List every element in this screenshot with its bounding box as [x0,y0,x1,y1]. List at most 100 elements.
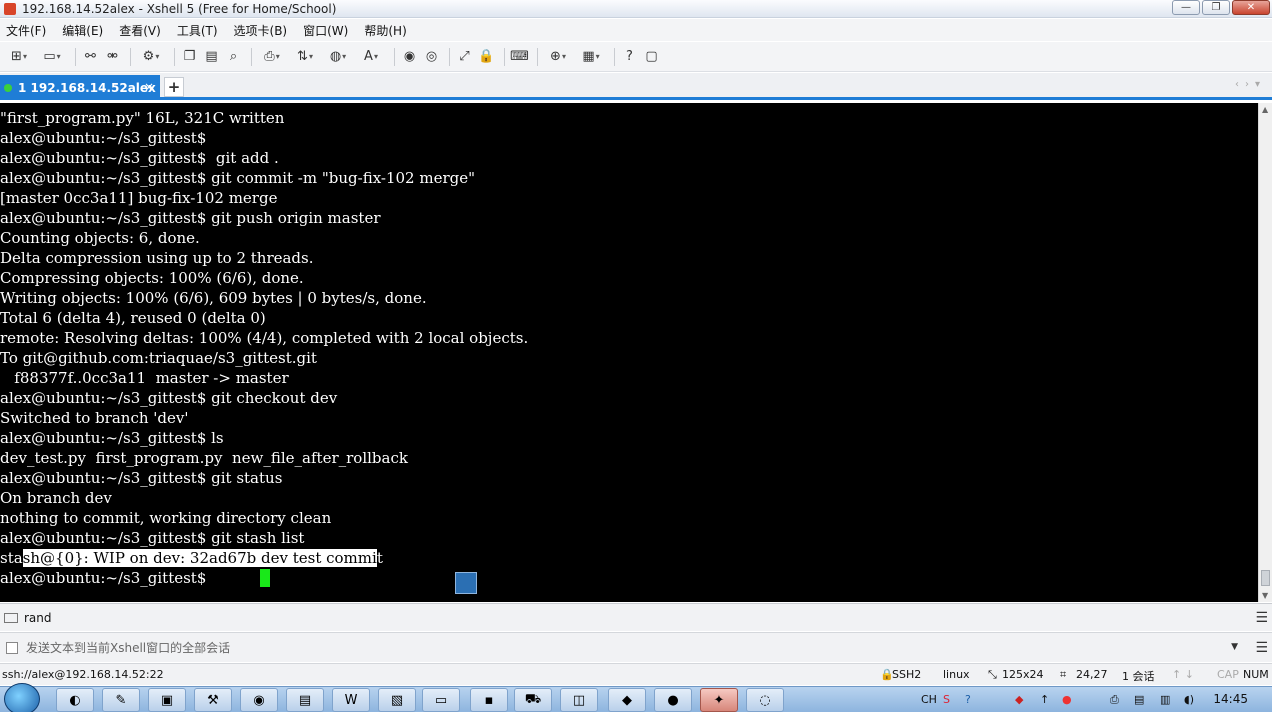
properties-icon[interactable]: ⚙ ▾ [136,47,166,66]
taskbar-app-1-icon[interactable]: ◐ [56,688,94,712]
help-icon[interactable]: ? [620,47,639,66]
menu-help[interactable]: 帮助(H) [364,22,406,39]
scroll-up-icon[interactable]: ▲ [1262,105,1268,114]
font-icon[interactable]: A ▾ [356,47,386,66]
status-num: NUM [1243,668,1269,681]
scroll-down-icon[interactable]: ▼ [1262,591,1268,600]
taskbar-tools-icon[interactable]: ⚒ [194,688,232,712]
terminal-line: [master 0cc3a11] bug-fix-102 merge [0,189,278,207]
taskbar-app-2-icon[interactable]: ✎ [102,688,140,712]
title-bar: 192.168.14.52alex - Xshell 5 (Free for H… [0,0,1272,18]
xmanager-icon[interactable]: ◎ [422,47,441,66]
terminal-line: Counting objects: 6, done. [0,229,200,247]
print-icon[interactable]: ⎙ ▾ [257,47,287,66]
xftp-icon[interactable]: ◉ [400,47,419,66]
lock-icon[interactable]: 🔒 [477,47,496,66]
xshell-app-icon [4,2,16,15]
disconnect-icon[interactable]: ⚮ [103,47,122,66]
terminal-output[interactable]: "first_program.py" 16L, 321C written ale… [0,103,1258,602]
globe-icon[interactable]: ◍ ▾ [323,47,353,66]
taskbar-word-icon[interactable]: W [332,688,370,712]
compose-menu-icon[interactable]: ☰ [1255,640,1268,656]
minimize-button[interactable]: — [1172,0,1200,15]
status-bar: ssh://alex@192.168.14.52:22 🔒 SSH2 linux… [0,663,1272,685]
tab-label: 1 192.168.14.52alex [18,80,156,95]
open-folder-icon[interactable]: ▭ ▾ [37,47,67,66]
new-tab-icon[interactable]: ⊕ ▾ [543,47,573,66]
reconnect-icon[interactable]: ⚯ [81,47,100,66]
toolbar: ⊞ ▾ ▭ ▾ ⚯ ⚮ ⚙ ▾ ❐ ▤ ⌕ ⎙ ▾ ⇅ ▾ ◍ ▾ A ▾ ◉ ◎ ⤢ 🔒 ⌨… [0,42,1272,72]
cursor-pos-icon: ⌗ [1060,668,1067,681]
transfer-icon[interactable]: ⇅ ▾ [290,47,320,66]
antivirus-icon[interactable]: ◆ [1015,693,1023,706]
terminal-line: dev_test.py first_program.py new_file_af… [0,449,408,467]
compose-checkbox[interactable] [6,641,18,654]
selected-text[interactable]: sh@{0}: WIP on dev: 32ad67b dev test com… [22,549,377,567]
copy-icon[interactable]: ❐ [180,47,199,66]
new-session-icon[interactable]: ⊞ ▾ [4,47,34,66]
layout-icon[interactable]: ▦ ▾ [576,47,606,66]
taskbar-red-app-icon[interactable]: ● [654,688,692,712]
quickbar-menu-icon[interactable]: ☰ [1255,610,1268,626]
fullscreen-icon[interactable]: ⤢ [455,47,474,66]
volume-icon[interactable]: ◖) [1184,693,1194,706]
taskbar-xftp-icon[interactable]: ◌ [746,688,784,712]
find-icon[interactable]: ⌕ [224,47,243,66]
status-os: linux [943,668,970,681]
xshell-window: 192.168.14.52alex - Xshell 5 (Free for H… [0,0,1272,712]
menu-edit[interactable]: 编辑(E) [62,22,103,39]
ime-indicator-icon[interactable] [455,572,477,594]
tab-nav-arrows[interactable]: ‹›▾ [1235,79,1266,90]
compose-dropdown-icon[interactable]: ▼ [1231,642,1238,652]
terminal-line: alex@ubuntu:~/s3_gittest$ git stash list [0,529,305,547]
start-button[interactable] [4,683,40,712]
scroll-thumb[interactable] [1261,570,1270,586]
menu-window[interactable]: 窗口(W) [303,22,348,39]
terminal-line: alex@ubuntu:~/s3_gittest$ git checkout d… [0,389,338,407]
chat-icon[interactable]: ▢ [642,47,661,66]
taskbar-save-icon[interactable]: ▣ [148,688,186,712]
printer-tray-icon[interactable]: ⎙ [1110,693,1119,707]
status-connection: ssh://alex@192.168.14.52:22 [2,668,164,681]
menu-file[interactable]: 文件(F) [6,22,46,39]
close-button[interactable]: ✕ [1232,0,1270,15]
menu-view[interactable]: 查看(V) [119,22,161,39]
taskbar-git-icon[interactable]: ◆ [608,688,646,712]
stash-prefix: sta [0,549,23,567]
add-tab-button[interactable]: + [164,77,184,97]
taskbar-folder-icon[interactable]: ▭ [422,688,460,712]
tab-close-icon[interactable]: × [144,80,154,94]
vertical-scrollbar[interactable]: ▲ ▼ [1258,103,1272,602]
tab-session[interactable]: 1 192.168.14.52alex × [0,75,160,100]
network-tray-icon[interactable]: ▤ [1134,693,1144,706]
wifi-tray-icon[interactable]: ▥ [1160,693,1170,706]
upload-icon[interactable]: ↑ [1040,693,1049,706]
terminal-line: "first_program.py" 16L, 321C written [0,109,285,127]
sogou-icon[interactable]: S [943,693,950,706]
taskbar-shop-icon[interactable]: ⛟ [514,688,552,712]
taskbar-chrome-icon[interactable]: ◉ [240,688,278,712]
menu-tabs[interactable]: 选项卡(B) [234,22,288,39]
clock[interactable]: 14:45 [1213,692,1248,706]
taskbar-ppt-icon[interactable]: ▧ [378,688,416,712]
taskbar-green-app-icon[interactable]: ◫ [560,688,598,712]
terminal-line: f88377f..0cc3a11 master -> master [0,369,289,387]
ime-language[interactable]: CH [921,693,937,706]
compose-input[interactable]: 发送文本到当前Xshell窗口的全部会话 [26,639,230,656]
record-icon[interactable]: ● [1062,693,1072,706]
terminal-line: Writing objects: 100% (6/6), 609 bytes |… [0,289,427,307]
taskbar-xshell-icon[interactable]: ✦ [700,688,738,712]
taskbar-terminal-icon[interactable]: ▪ [470,688,508,712]
help-tray-icon[interactable]: ? [965,693,971,706]
terminal-line: alex@ubuntu:~/s3_gittest$ git status [0,469,283,487]
maximize-button[interactable]: ❐ [1202,0,1230,15]
resize-icon: ⤡ [988,668,997,681]
quick-command-icon[interactable] [4,612,18,623]
keyboard-icon[interactable]: ⌨ [510,47,529,66]
terminal-line: Switched to branch 'dev' [0,409,189,427]
quick-command-label[interactable]: rand [24,611,52,625]
terminal-line: On branch dev [0,489,112,507]
paste-icon[interactable]: ▤ [202,47,221,66]
menu-tools[interactable]: 工具(T) [177,22,218,39]
taskbar-notepad-icon[interactable]: ▤ [286,688,324,712]
